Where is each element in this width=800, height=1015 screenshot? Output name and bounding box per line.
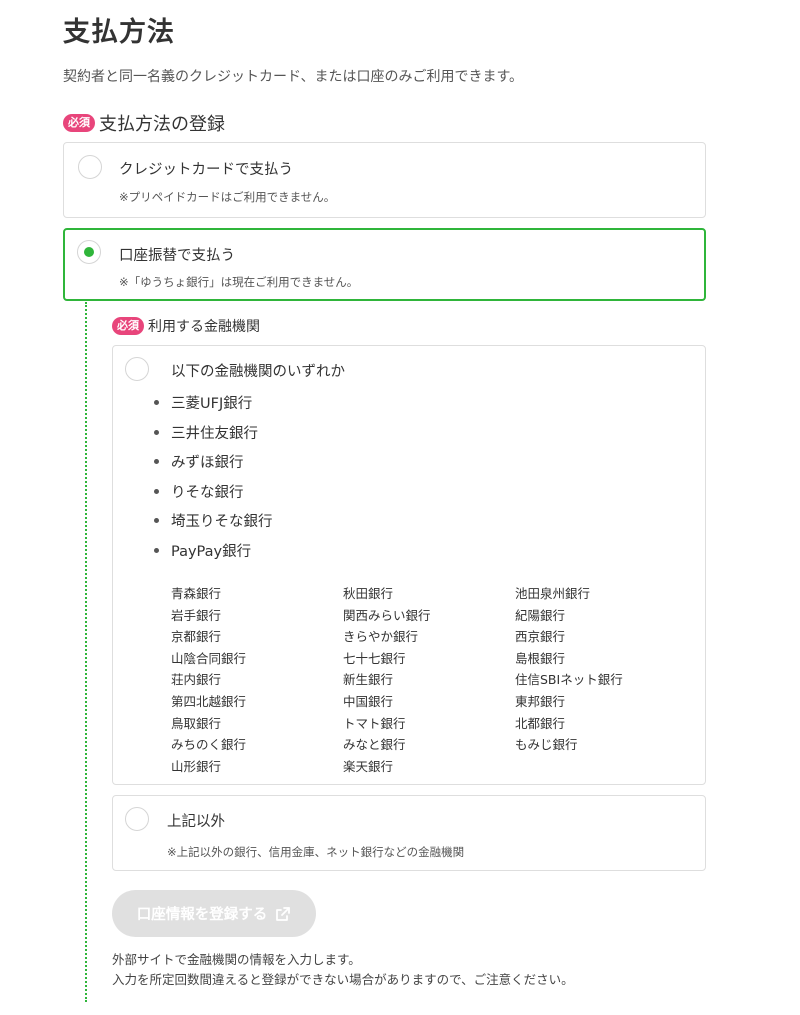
bank-name: 住信SBIネット銀行	[515, 672, 623, 688]
bank-name: 秋田銀行	[343, 586, 394, 601]
bank-name: 中国銀行	[343, 693, 394, 709]
bank-name: みなと銀行	[343, 737, 406, 753]
bank-name: 紀陽銀行	[515, 607, 566, 623]
bank-name: きらやか銀行	[343, 629, 419, 645]
bank-name: 京都銀行	[171, 629, 222, 645]
payment-method-heading: 必須 支払方法の登録	[63, 110, 225, 136]
list-item: みずほ銀行	[150, 451, 273, 481]
major-bank-list: 三菱UFJ銀行 三井住友銀行 みずほ銀行 りそな銀行 埼玉りそな銀行 PayPa…	[150, 392, 273, 569]
bank-name: 北都銀行	[515, 715, 566, 731]
section-heading-text: 支払方法の登録	[99, 114, 225, 135]
credit-card-option-note: ※プリペイドカードはご利用できません。	[119, 190, 336, 204]
bank-transfer-option-label: 口座振替で支払う	[119, 248, 235, 264]
external-site-note: 外部サイトで金融機関の情報を入力します。	[112, 952, 361, 967]
bank-name: みちのく銀行	[171, 737, 247, 753]
listed-banks-option-label: 以下の金融機関のいずれか	[171, 364, 345, 380]
listed-banks-radio[interactable]	[125, 357, 149, 381]
indent-guide-line	[85, 302, 87, 1002]
financial-institution-heading: 必須 利用する金融機関	[112, 316, 260, 336]
bank-name: 楽天銀行	[343, 758, 394, 774]
bank-name: トマト銀行	[343, 715, 406, 731]
bank-transfer-radio[interactable]	[77, 240, 101, 264]
bank-name: 岩手銀行	[171, 607, 222, 623]
bank-name: 池田泉州銀行	[515, 586, 591, 601]
external-link-icon	[275, 906, 291, 922]
credit-card-option[interactable]: クレジットカードで支払う ※プリペイドカードはご利用できません。	[63, 142, 706, 218]
credit-card-radio[interactable]	[78, 155, 102, 179]
bank-name: 鳥取銀行	[171, 715, 222, 731]
bank-column-2: 秋田銀行 関西みらい銀行 きらやか銀行 七十七銀行 新生銀行 中国銀行 トマト銀…	[343, 583, 431, 777]
bank-name: 山陰合同銀行	[171, 650, 247, 666]
bank-name: 島根銀行	[515, 650, 566, 666]
radio-selected-dot	[84, 247, 94, 257]
bank-name: 青森銀行	[171, 586, 222, 601]
bank-name: 新生銀行	[343, 672, 394, 688]
bank-name: 西京銀行	[515, 629, 566, 645]
list-item: 埼玉りそな銀行	[150, 510, 273, 540]
bank-column-3: 池田泉州銀行 紀陽銀行 西京銀行 島根銀行 住信SBIネット銀行 東邦銀行 北都…	[515, 583, 623, 756]
bank-name: 山形銀行	[171, 758, 222, 774]
list-item: 三菱UFJ銀行	[150, 392, 273, 422]
bank-column-1: 青森銀行 岩手銀行 京都銀行 山陰合同銀行 荘内銀行 第四北越銀行 鳥取銀行 み…	[171, 583, 246, 777]
credit-card-option-label: クレジットカードで支払う	[119, 162, 293, 178]
bank-name: 荘内銀行	[171, 672, 222, 688]
bank-transfer-option-note: ※「ゆうちょ銀行」は現在ご利用できません。	[119, 275, 359, 289]
other-bank-option-note: ※上記以外の銀行、信用金庫、ネット銀行などの金融機関	[167, 845, 465, 859]
other-bank-option[interactable]: 上記以外 ※上記以外の銀行、信用金庫、ネット銀行などの金融機関	[112, 795, 706, 871]
list-item: 三井住友銀行	[150, 422, 273, 452]
list-item: PayPay銀行	[150, 540, 273, 570]
register-account-button[interactable]: 口座情報を登録する	[112, 890, 316, 937]
required-badge: 必須	[63, 114, 95, 132]
bank-name: 七十七銀行	[343, 650, 406, 666]
register-button-label: 口座情報を登録する	[136, 907, 268, 923]
required-badge: 必須	[112, 317, 144, 335]
list-item: りそな銀行	[150, 481, 273, 511]
sub-heading-text: 利用する金融機関	[148, 319, 260, 335]
bank-name: 第四北越銀行	[171, 693, 247, 709]
other-bank-option-label: 上記以外	[167, 814, 225, 830]
bank-transfer-option[interactable]: 口座振替で支払う ※「ゆうちょ銀行」は現在ご利用できません。	[63, 228, 706, 301]
bank-name: 東邦銀行	[515, 693, 566, 709]
input-warning-note: 入力を所定回数間違えると登録ができない場合がありますので、ご注意ください。	[112, 972, 574, 987]
page-description: 契約者と同一名義のクレジットカード、または口座のみご利用できます。	[63, 69, 524, 85]
other-bank-radio[interactable]	[125, 807, 149, 831]
bank-name: もみじ銀行	[515, 737, 578, 753]
bank-name: 関西みらい銀行	[343, 607, 431, 623]
page-title: 支払方法	[63, 17, 175, 48]
